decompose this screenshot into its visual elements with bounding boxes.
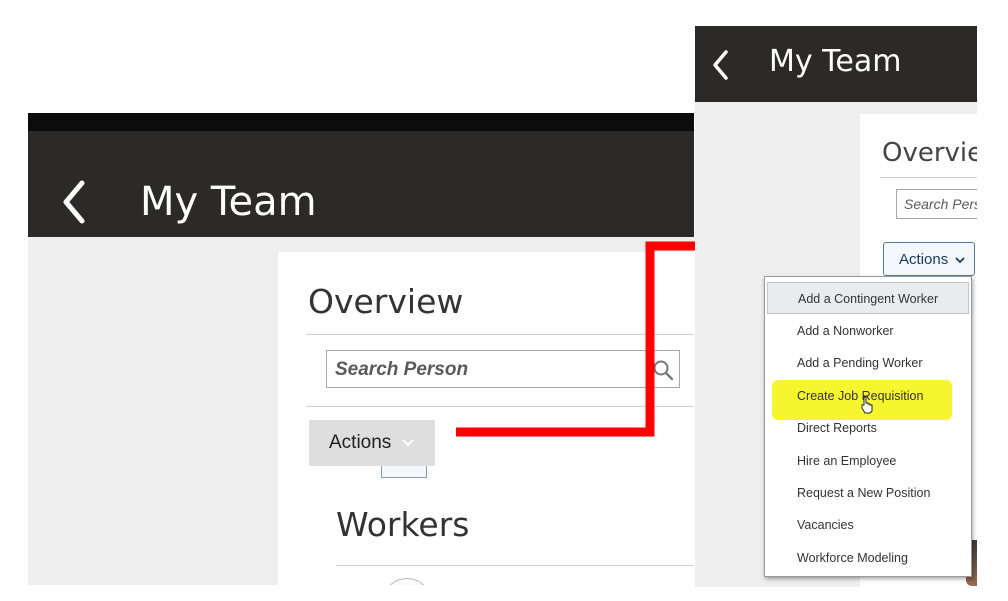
actions-button[interactable]: Actions	[883, 242, 975, 276]
search-person-input[interactable]: Search Pers	[896, 189, 977, 219]
workers-heading: Workers	[336, 505, 470, 544]
chevron-down-icon	[402, 439, 414, 447]
avatar-icon[interactable]	[382, 578, 432, 585]
chevron-down-icon	[955, 257, 965, 264]
actions-button[interactable]: Actions	[309, 420, 435, 466]
page-header: My Team	[28, 131, 694, 237]
page-header: My Team	[695, 26, 977, 102]
menu-item-hire-an-employee[interactable]: Hire an Employee	[765, 445, 971, 477]
menu-item-label: Direct Reports	[797, 421, 877, 435]
actions-dropdown-menu-lower: Create Job Requisition Direct Reports Hi…	[764, 276, 972, 577]
focus-outline	[381, 466, 427, 478]
menu-item-label: Hire an Employee	[797, 454, 897, 468]
menu-item-request-new-position[interactable]: Request a New Position	[765, 477, 971, 509]
divider	[336, 565, 694, 566]
page-title: My Team	[140, 179, 317, 225]
menu-item-workforce-modeling[interactable]: Workforce Modeling	[765, 542, 971, 574]
menu-item-label: Vacancies	[797, 518, 854, 532]
top-black-bar	[28, 113, 694, 131]
actions-label: Actions	[329, 432, 392, 453]
actions-label: Actions	[899, 251, 949, 268]
page-title: My Team	[769, 44, 902, 79]
overview-heading: Overview	[308, 282, 464, 321]
menu-item-vacancies[interactable]: Vacancies	[765, 509, 971, 541]
overview-heading: Overview	[882, 138, 977, 168]
pointer-cursor-icon	[861, 396, 873, 414]
back-chevron-icon[interactable]	[56, 177, 92, 227]
search-placeholder: Search Person	[335, 359, 469, 380]
back-chevron-icon[interactable]	[709, 48, 731, 82]
search-placeholder: Search Pers	[904, 196, 977, 212]
divider	[880, 177, 977, 178]
menu-item-label: Workforce Modeling	[797, 551, 908, 565]
menu-item-label: Request a New Position	[797, 486, 931, 500]
menu-item-direct-reports[interactable]: Direct Reports	[765, 412, 971, 444]
